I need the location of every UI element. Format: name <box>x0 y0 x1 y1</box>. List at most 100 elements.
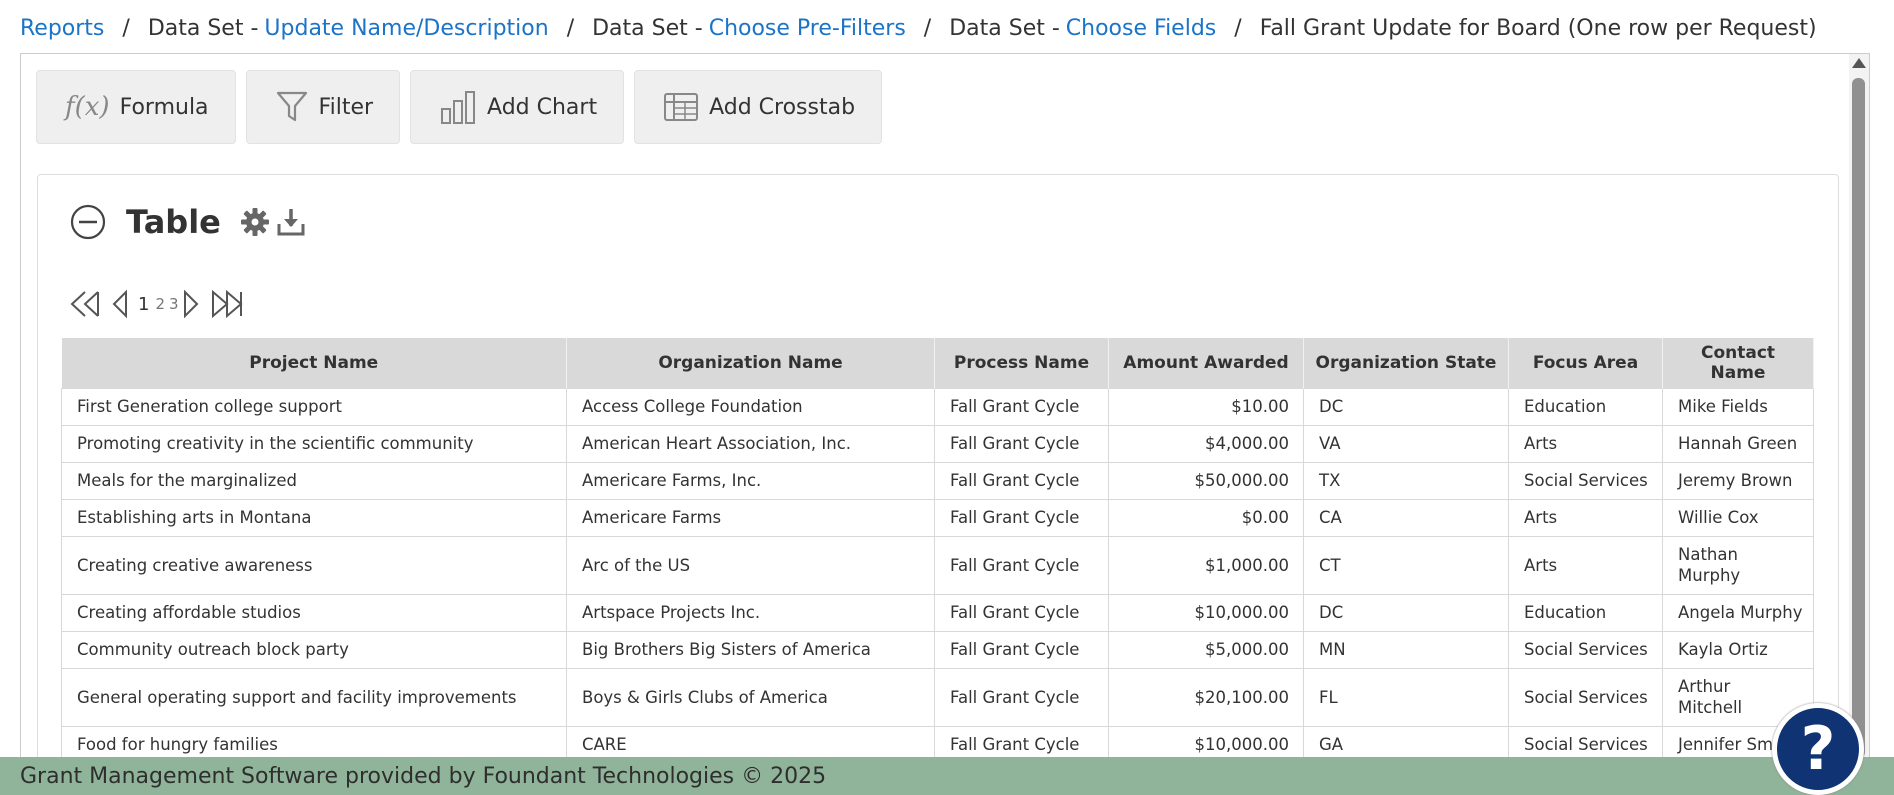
table-cell: Willie Cox <box>1662 498 1814 537</box>
table-cell: Fall Grant Cycle <box>934 593 1109 632</box>
add-crosstab-label: Add Crosstab <box>709 94 856 120</box>
table-cell: Boys & Girls Clubs of America <box>566 667 935 727</box>
table-cell: Fall Grant Cycle <box>934 667 1109 727</box>
table-cell: $0.00 <box>1108 498 1304 537</box>
table-cell: $10,000.00 <box>1108 593 1304 632</box>
page-2-link[interactable]: 2 <box>155 295 165 313</box>
table-cell: Social Services <box>1508 725 1663 757</box>
table-row: Food for hungry families CARE Fall Grant… <box>61 725 1814 757</box>
add-crosstab-button[interactable]: Add Crosstab <box>634 70 883 144</box>
filter-button[interactable]: Filter <box>245 70 401 144</box>
table-cell: Kayla Ortiz <box>1662 630 1814 669</box>
breadcrumb-prefix: Data Set - <box>147 15 259 41</box>
table-cell: Artspace Projects Inc. <box>566 593 935 632</box>
table-cell: CA <box>1303 498 1509 537</box>
table-cell: American Heart Association, Inc. <box>566 424 935 463</box>
table-cell: Arts <box>1508 498 1663 537</box>
table-cell: General operating support and facility i… <box>61 667 567 727</box>
crosstab-icon <box>663 91 699 123</box>
first-page-icon[interactable] <box>68 289 106 319</box>
table-cell: FL <box>1303 667 1509 727</box>
table-cell: Fall Grant Cycle <box>934 535 1109 595</box>
breadcrumb-prefix: Data Set - <box>949 15 1060 41</box>
filter-label: Filter <box>318 94 374 120</box>
breadcrumb-update-name-link[interactable]: Update Name/Description <box>264 16 548 41</box>
download-icon[interactable] <box>275 206 307 238</box>
vertical-scrollbar[interactable] <box>1849 54 1869 757</box>
table-cell: CARE <box>566 725 935 757</box>
table-cell: VA <box>1303 424 1509 463</box>
column-header[interactable]: Organization State <box>1303 338 1509 388</box>
table-cell: Social Services <box>1508 667 1663 727</box>
table-cell: $20,100.00 <box>1108 667 1304 727</box>
breadcrumb-separator: / <box>1234 15 1242 41</box>
data-table-wrapper: Project Name Organization Name Process N… <box>61 338 1814 757</box>
breadcrumb-reports-link[interactable]: Reports <box>20 16 104 41</box>
toolbar: f(x) Formula Filter Add Chart Add Crosst… <box>36 70 883 144</box>
table-cell: Education <box>1508 593 1663 632</box>
table-cell: Americare Farms, Inc. <box>566 461 935 500</box>
table-header-row: Project Name Organization Name Process N… <box>61 338 1814 388</box>
column-header[interactable]: Contact Name <box>1662 338 1814 388</box>
last-page-icon[interactable] <box>209 289 249 319</box>
table-cell: Creating creative awareness <box>61 535 567 595</box>
table-cell: Food for hungry families <box>61 725 567 757</box>
table-cell: $10,000.00 <box>1108 725 1304 757</box>
table-row: Creating affordable studios Artspace Pro… <box>61 593 1814 632</box>
table-row: General operating support and facility i… <box>61 667 1814 727</box>
page-1-link[interactable]: 1 <box>138 294 149 315</box>
breadcrumb-current: Fall Grant Update for Board (One row per… <box>1259 15 1817 41</box>
table-cell: Meals for the marginalized <box>61 461 567 500</box>
formula-icon: f(x) <box>65 92 110 122</box>
page-3-link[interactable]: 3 <box>169 295 179 313</box>
collapse-icon[interactable] <box>70 204 106 240</box>
help-button[interactable]: ? <box>1772 703 1864 795</box>
table-cell: $1,000.00 <box>1108 535 1304 595</box>
table-cell: Angela Murphy <box>1662 593 1814 632</box>
table-cell: Big Brothers Big Sisters of America <box>566 630 935 669</box>
report-builder-panel: f(x) Formula Filter Add Chart Add Crosst… <box>20 53 1870 757</box>
column-header[interactable]: Process Name <box>934 338 1109 388</box>
table-cell: Community outreach block party <box>61 630 567 669</box>
table-cell: Social Services <box>1508 630 1663 669</box>
table-row: First Generation college support Access … <box>61 387 1814 426</box>
table-row: Meals for the marginalized Americare Far… <box>61 461 1814 500</box>
table-cell: Arc of the US <box>566 535 935 595</box>
table-cell: Arts <box>1508 535 1663 595</box>
table-cell: Fall Grant Cycle <box>934 725 1109 757</box>
scroll-up-arrow-icon[interactable] <box>1852 58 1866 68</box>
table-cell: $5,000.00 <box>1108 630 1304 669</box>
formula-button[interactable]: f(x) Formula <box>36 70 236 144</box>
footer: Grant Management Software provided by Fo… <box>0 757 1894 795</box>
breadcrumb-separator: / <box>923 15 932 41</box>
table-cell: Education <box>1508 387 1663 426</box>
question-mark-icon: ? <box>1800 714 1836 784</box>
next-page-icon[interactable] <box>181 289 201 319</box>
table-cell: Fall Grant Cycle <box>934 498 1109 537</box>
table-cell: $4,000.00 <box>1108 424 1304 463</box>
table-row: Creating creative awareness Arc of the U… <box>61 535 1814 595</box>
table-cell: Fall Grant Cycle <box>934 630 1109 669</box>
table-cell: MN <box>1303 630 1509 669</box>
table-section: Table 1 2 3 Project Name Organization Na… <box>37 174 1839 757</box>
section-header: Table <box>70 203 311 241</box>
gear-icon[interactable] <box>239 206 271 238</box>
breadcrumb-choose-fields-link[interactable]: Choose Fields <box>1066 16 1216 41</box>
table-cell: Nathan Murphy <box>1662 535 1814 595</box>
table-cell: Fall Grant Cycle <box>934 461 1109 500</box>
breadcrumb-separator: / <box>122 15 130 41</box>
column-header[interactable]: Focus Area <box>1508 338 1663 388</box>
table-cell: DC <box>1303 593 1509 632</box>
column-header[interactable]: Amount Awarded <box>1108 338 1304 388</box>
column-header[interactable]: Project Name <box>61 338 567 388</box>
prev-page-icon[interactable] <box>110 289 130 319</box>
scroll-thumb[interactable] <box>1852 78 1865 757</box>
column-header[interactable]: Organization Name <box>566 338 935 388</box>
table-cell: Promoting creativity in the scientific c… <box>61 424 567 463</box>
add-chart-button[interactable]: Add Chart <box>410 70 625 144</box>
table-row: Community outreach block party Big Broth… <box>61 630 1814 669</box>
breadcrumb-separator: / <box>566 15 575 41</box>
funnel-icon <box>275 89 309 125</box>
breadcrumb-prefilters-link[interactable]: Choose Pre-Filters <box>709 16 906 41</box>
table-cell: Americare Farms <box>566 498 935 537</box>
